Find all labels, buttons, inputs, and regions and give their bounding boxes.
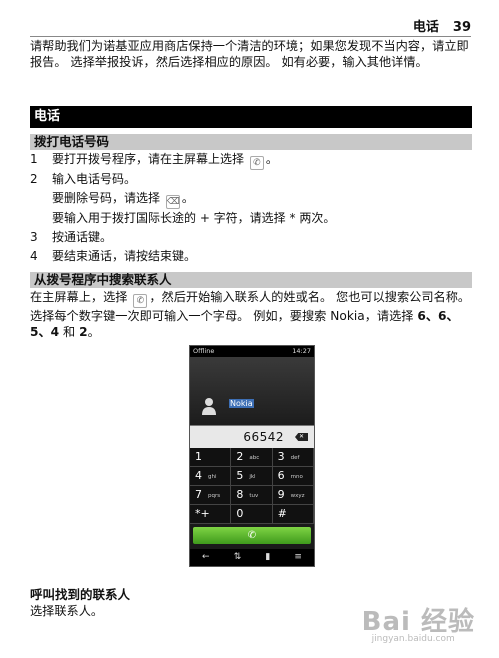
- status-bar: Offline 14:27: [190, 346, 314, 357]
- key-5[interactable]: 5 jkl: [231, 467, 273, 486]
- list-item: 1 要打开拨号程序，请在主屏幕上选择 ✆。: [30, 152, 278, 170]
- key-6[interactable]: 6 mno: [272, 467, 314, 486]
- contact-avatar-icon: [202, 398, 216, 415]
- watermark-logo: Bai 经验 jingyan.baidu.com: [361, 607, 475, 644]
- key-9[interactable]: 9 wxyz: [272, 486, 314, 505]
- key-1[interactable]: 1: [190, 448, 232, 467]
- back-icon[interactable]: ←: [202, 549, 210, 566]
- key-0[interactable]: 0: [231, 505, 273, 524]
- menu-icon[interactable]: ≡: [294, 549, 302, 566]
- list-item: 3 按通话键。: [30, 230, 113, 244]
- key-star[interactable]: *+: [190, 505, 232, 524]
- contact-match[interactable]: Nokia: [229, 399, 254, 408]
- list-item: 要输入用于拨打国际长途的 + 字符，请选择 * 两次。: [52, 211, 336, 225]
- dial-keypad: 1 2 abc 3 def 4 ghi 5 jkl 6 mno 7 pqrs 8 tuv 9w…: [190, 448, 314, 524]
- bottom-toolbar: ← ⇅ ▮ ≡: [190, 549, 314, 566]
- contacts-icon[interactable]: ▮: [265, 549, 270, 566]
- key-2[interactable]: 2 abc: [231, 448, 273, 467]
- phone-icon: ✆: [133, 294, 148, 308]
- number-field[interactable]: 66542 ✕: [190, 425, 314, 448]
- list-item: 要删除号码，请选择 ⌫。: [52, 191, 194, 209]
- dialed-number: 66542: [243, 430, 284, 444]
- handset-icon: ✆: [247, 530, 257, 541]
- backspace-icon[interactable]: ✕: [295, 433, 308, 441]
- page-header: 电话 39: [413, 16, 471, 35]
- step-list: 1 要打开拨号程序，请在主屏幕上选择 ✆。 2 输入电话号码。 要删除号码，请选择 …: [30, 150, 470, 266]
- call-contact-text: 选择联系人。: [30, 604, 104, 618]
- page-number: 39: [452, 20, 471, 35]
- swap-icon[interactable]: ⇅: [234, 549, 242, 566]
- key-8[interactable]: 8 tuv: [231, 486, 273, 505]
- phone-icon: ✆: [249, 156, 264, 170]
- subsection-dial: 拨打电话号码: [30, 134, 472, 150]
- key-4[interactable]: 4 ghi: [190, 467, 232, 486]
- backspace-icon: ⌫: [165, 195, 180, 209]
- phone-screenshot: Offline 14:27 Nokia 66542 ✕ 1 2 abc 3 def 4…: [189, 345, 315, 567]
- key-hash[interactable]: #: [272, 505, 314, 524]
- intro-paragraph: 请帮助我们为诺基亚应用商店保持一个清洁的环境；如果您发现不当内容，请立即报告。 …: [30, 39, 469, 69]
- list-item: 2 输入电话号码。: [30, 172, 137, 186]
- subsection-search: 从拨号程序中搜索联系人: [30, 272, 472, 288]
- section-title: 电话: [30, 106, 472, 128]
- search-paragraph: 在主屏幕上，选择 ✆ ，然后开始输入联系人的姓或名。 您也可以搜索公司名称。 选择…: [30, 290, 471, 339]
- call-button[interactable]: ✆: [193, 527, 311, 544]
- contact-match-area: Nokia: [190, 357, 314, 425]
- header-rule: [30, 36, 471, 37]
- list-item: 4 要结束通话，请按结束键。: [30, 249, 197, 263]
- key-7[interactable]: 7 pqrs: [190, 486, 232, 505]
- key-3[interactable]: 3 def: [272, 448, 314, 467]
- header-section: 电话: [412, 20, 439, 35]
